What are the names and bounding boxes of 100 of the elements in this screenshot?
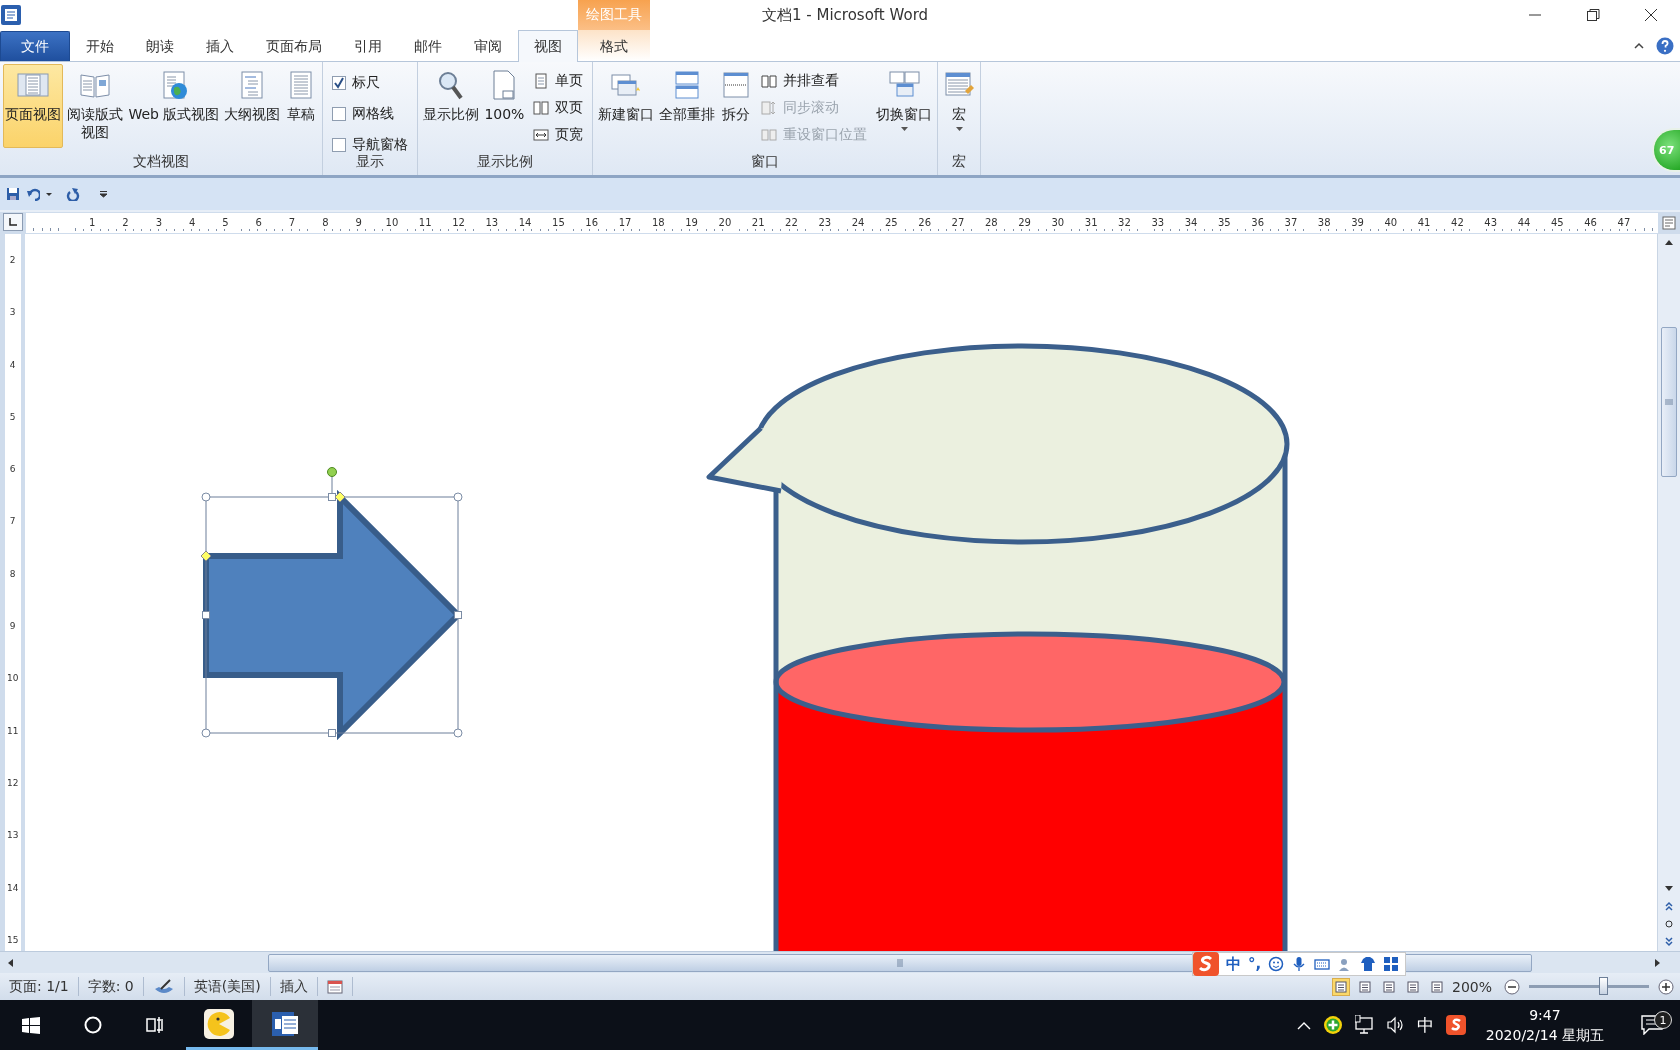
zoom-in-button[interactable] — [1658, 978, 1674, 995]
punctuation-mode-text[interactable]: °, — [1248, 955, 1262, 973]
ribbon-button[interactable]: 页面视图 — [3, 64, 63, 148]
word-count: 字数: 0 — [78, 977, 144, 996]
ribbon-button[interactable]: 宏 — [941, 64, 978, 148]
ruler-number: 12 — [7, 776, 19, 789]
start-icon — [22, 1016, 40, 1034]
ruler-number: 8 — [9, 567, 16, 580]
app-icon[interactable] — [0, 4, 22, 26]
scroll-up-icon — [1664, 238, 1675, 248]
ruler-number: 4 — [9, 358, 16, 371]
keyboard-icon[interactable] — [1314, 956, 1331, 972]
undo-dropdown-button[interactable] — [46, 192, 52, 196]
ribbon-tab[interactable]: 朗读 — [130, 31, 190, 61]
ribbon-tab[interactable]: 邮件 — [398, 31, 458, 61]
checkbox[interactable] — [332, 75, 347, 90]
customize-toolbar-button[interactable] — [100, 190, 108, 198]
show-hidden-icons-icon — [1296, 1020, 1311, 1030]
ribbon-button[interactable]: 显示比例 — [421, 64, 482, 148]
ribbon-button[interactable]: 拆分 — [718, 64, 755, 148]
two-pages-icon — [533, 99, 550, 116]
checkbox-label: 导航窗格 — [352, 135, 409, 154]
ribbon-tab[interactable]: 开始 — [70, 31, 130, 61]
ribbon-button[interactable]: 双页 — [531, 95, 586, 120]
save-icon — [6, 187, 20, 201]
grid-icon[interactable] — [1383, 956, 1400, 972]
save-button[interactable] — [6, 187, 20, 201]
scroll-right-icon — [1654, 957, 1662, 968]
taskbar-app-button[interactable] — [252, 1000, 318, 1050]
checkbox[interactable] — [332, 106, 347, 121]
group-label: 显示比例 — [476, 153, 535, 171]
ribbon-button[interactable]: 全部重排 — [657, 64, 718, 148]
input-method-indicator[interactable]: 中 — [1416, 1013, 1434, 1037]
scroll-lines-icon — [761, 99, 778, 116]
redo-button[interactable] — [66, 187, 80, 201]
checkbox[interactable] — [332, 137, 347, 152]
ribbon-tab[interactable]: 插入 — [190, 31, 250, 61]
web-layout-icon — [1382, 980, 1395, 993]
collapse-ribbon-button[interactable] — [1634, 40, 1644, 51]
ribbon-tab[interactable]: 审阅 — [458, 31, 518, 61]
ruler-number: 6 — [9, 463, 16, 476]
tab-selector[interactable] — [3, 213, 23, 231]
zoom-slider-thumb[interactable] — [1599, 977, 1609, 995]
group-label: 窗口 — [750, 153, 781, 171]
ribbon-button[interactable]: 单页 — [531, 68, 586, 93]
scroll-down-icon — [1664, 883, 1675, 893]
ribbon-tab[interactable]: 页面布局 — [250, 31, 338, 61]
scrollbar-thumb[interactable] — [1661, 327, 1678, 477]
ribbon-button[interactable]: 草稿 — [283, 64, 320, 148]
show-hidden-icons-button[interactable] — [1296, 1020, 1311, 1030]
ruler-number: 5 — [9, 410, 16, 423]
zoom-level[interactable]: 200% — [1451, 978, 1492, 995]
language-indicator[interactable]: 英语(美国) — [184, 977, 271, 996]
macro-record-icon[interactable] — [326, 979, 343, 994]
ruler-icon — [1662, 216, 1676, 230]
input-mode-text[interactable]: 中 — [1226, 954, 1241, 974]
ruler-number: 10 — [7, 672, 19, 685]
help-button[interactable] — [1656, 36, 1674, 55]
print-layout-button[interactable] — [1331, 977, 1350, 996]
ribbon-button[interactable]: 切换窗口 — [874, 64, 935, 148]
ribbon-button[interactable]: 并排查看 — [759, 68, 870, 93]
ruler-number: 13 — [7, 829, 19, 842]
view-ruler-button[interactable] — [1662, 216, 1676, 230]
browse-object-icon — [1664, 919, 1675, 929]
zoom-out-button[interactable] — [1504, 978, 1520, 995]
minus-icon — [1504, 978, 1520, 995]
group-label: 显示 — [355, 153, 386, 171]
ribbon-tab[interactable]: 视图 — [518, 30, 578, 62]
tab-stop-icon — [8, 217, 18, 227]
ribbon-button[interactable]: 页宽 — [531, 122, 586, 147]
ruler-number: 3 — [9, 306, 16, 319]
ribbon-button[interactable]: 大纲视图 — [222, 64, 283, 148]
book-icon — [761, 72, 778, 89]
ribbon-tab[interactable]: 格式 — [578, 31, 650, 61]
undo-button[interactable] — [26, 187, 40, 201]
plus-icon — [1658, 978, 1674, 995]
ribbon-tab[interactable]: 文件 — [0, 31, 70, 61]
ribbon-button[interactable]: 新建窗口 — [596, 64, 657, 148]
close-icon — [1643, 7, 1659, 23]
ruler-number: 11 — [7, 724, 19, 737]
ruler-number: 7 — [9, 515, 16, 528]
game-app-icon — [204, 1008, 234, 1039]
clock[interactable]: 9:47 2020/2/14 星期五 — [1477, 1005, 1612, 1045]
ribbon-button[interactable]: 100% — [482, 64, 527, 148]
previous-page-icon — [1664, 901, 1675, 911]
ribbon-button[interactable]: Web 版式视图 — [126, 64, 222, 148]
task-view-icon — [146, 1016, 164, 1034]
ribbon-button[interactable]: 阅读版式视图 — [64, 64, 126, 148]
reset-windows-icon — [761, 126, 778, 143]
ribbon-tab[interactable]: 引用 — [338, 31, 398, 61]
smiley-icon[interactable] — [1268, 956, 1285, 972]
group-label: 宏 — [951, 153, 968, 171]
window-title: 文档1 - Microsoft Word — [761, 5, 929, 25]
grip-icon — [1665, 399, 1674, 405]
insert-mode-indicator[interactable]: 插入 — [270, 977, 318, 996]
shirt-icon[interactable] — [1360, 956, 1377, 972]
ruler-number: 14 — [7, 881, 19, 894]
search-icon — [84, 1016, 102, 1034]
next-page-icon — [1664, 937, 1675, 947]
caret-up-icon — [1634, 40, 1644, 51]
